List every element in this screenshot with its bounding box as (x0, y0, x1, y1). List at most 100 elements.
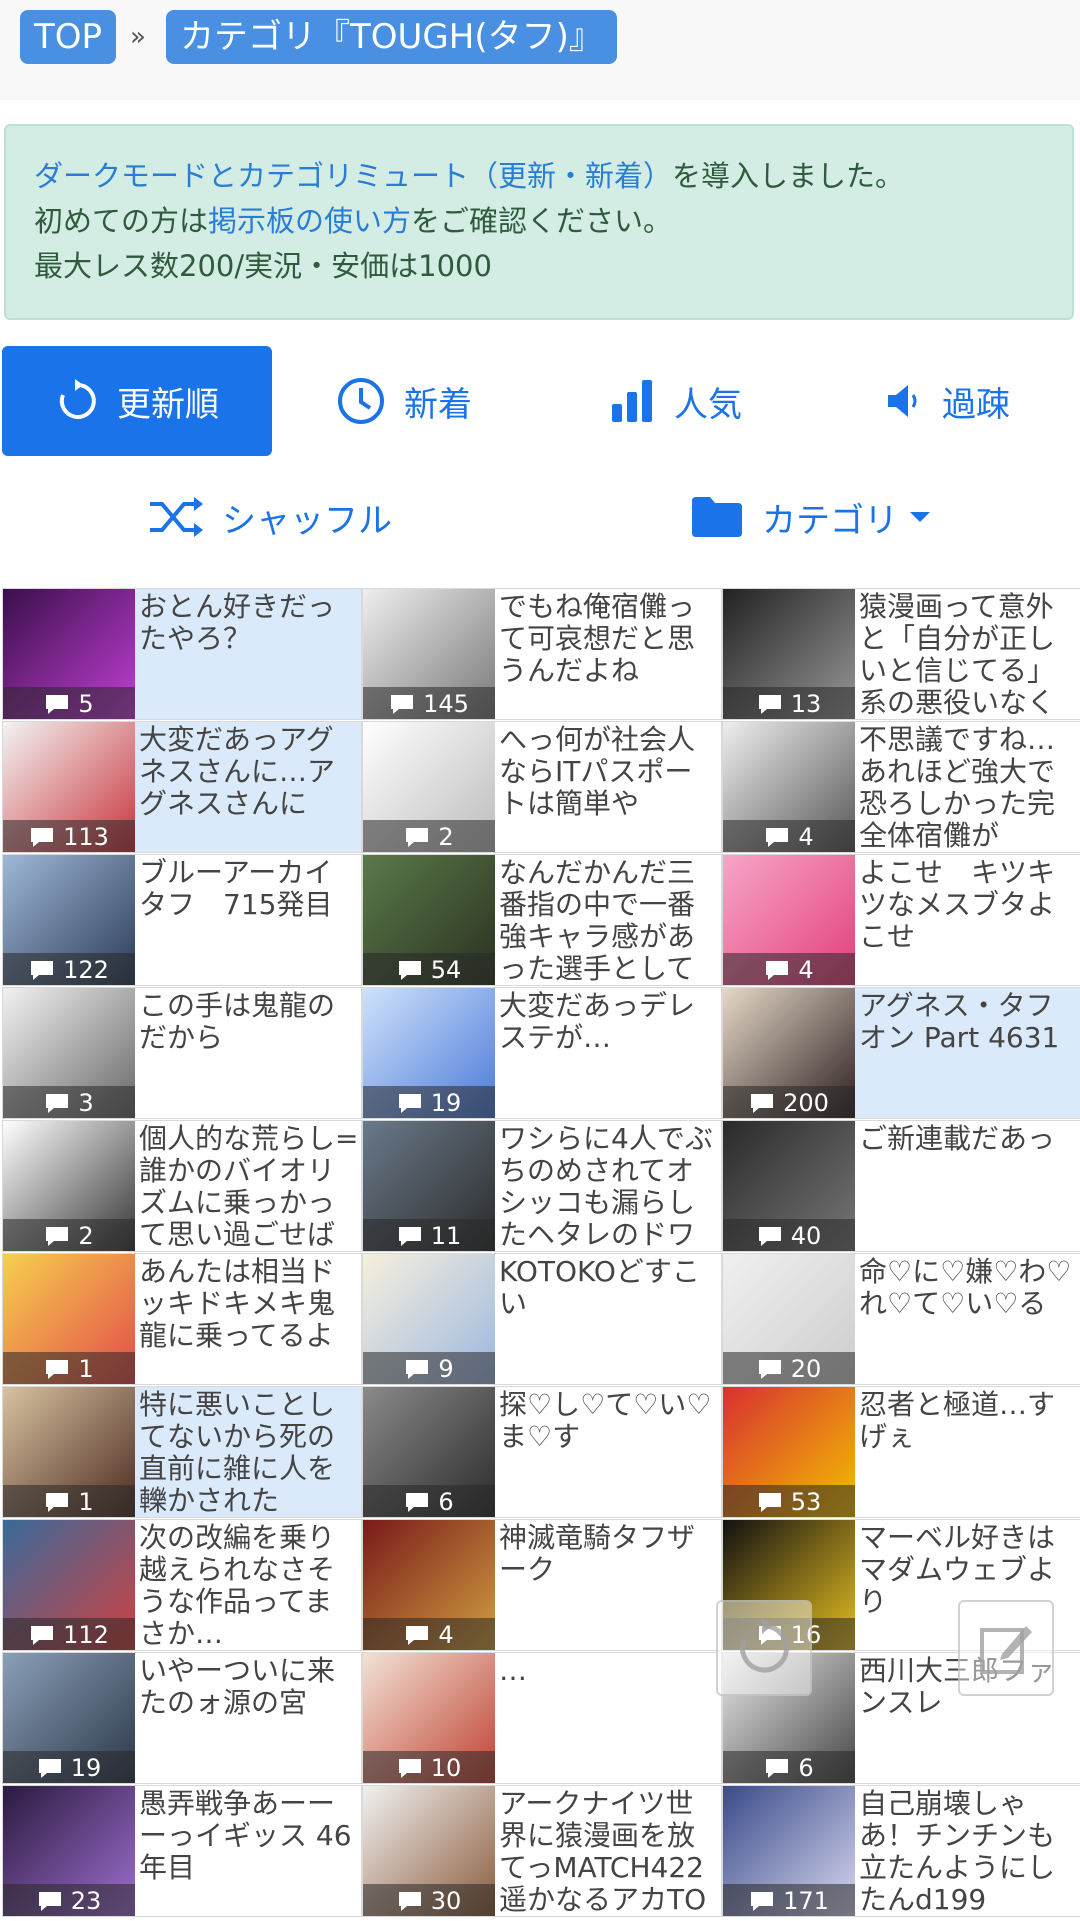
reply-count-badge: 112 (3, 1618, 135, 1650)
sort-new-button[interactable]: 新着 (336, 346, 472, 456)
thread-title[interactable]: 探♡し♡て♡い♡ま♡す (499, 1389, 719, 1517)
sort-update-button[interactable]: 更新順 (2, 346, 272, 456)
reply-count-badge: 53 (723, 1485, 855, 1517)
category-dropdown[interactable]: カテゴリ (690, 462, 950, 572)
thread-title[interactable]: 忍者と極道…すげぇ (859, 1389, 1079, 1517)
reply-count: 200 (783, 1089, 829, 1117)
reply-count-badge: 145 (363, 687, 495, 719)
breadcrumb-category-link[interactable]: カテゴリ『TOUGH(タフ)』 (166, 10, 617, 64)
new-thread-button[interactable] (958, 1600, 1054, 1696)
thread-title[interactable]: この手は鬼龍のだから (139, 990, 359, 1118)
reply-count: 171 (783, 1887, 829, 1915)
comment-icon (398, 1759, 421, 1778)
thread-card[interactable]: 4 神滅竜騎タフザーク (362, 1519, 722, 1651)
thread-title[interactable]: アークナイツ世界に猿漫画を放てっMATCH422 遥かなるアカTOUG (499, 1788, 719, 1916)
sort-popular-label: 人気 (674, 384, 742, 425)
thread-card[interactable]: 9 KOTOKOどすこい (362, 1253, 722, 1385)
comment-icon (38, 1759, 61, 1778)
comment-icon (46, 695, 69, 714)
reply-count-badge: 4 (723, 953, 855, 985)
thread-title[interactable]: 不思議ですね…あれほど強大で恐ろしかった完全体宿儺が (859, 724, 1079, 852)
thread-title[interactable]: ワシらに4人でぶちのめされてオシッコも漏らしたヘタレのドワちゃん (499, 1123, 719, 1251)
thread-title[interactable]: 愚弄戦争あーーーっイギッス 46年目 (139, 1788, 359, 1916)
breadcrumb-top-link[interactable]: TOP (20, 10, 117, 64)
thread-title[interactable]: 大変だあっデレステが… (499, 990, 719, 1118)
thread-card[interactable]: 112 次の改編を乗り越えられなさそうな作品ってまさか… (2, 1519, 362, 1651)
reply-count-badge: 40 (723, 1219, 855, 1251)
thread-title[interactable]: いやーついに来たのォ源の宮 (139, 1655, 359, 1783)
thread-title[interactable]: KOTOKOどすこい (499, 1256, 719, 1384)
reply-count-badge: 10 (363, 1751, 495, 1783)
thread-title[interactable]: 神滅竜騎タフザーク (499, 1522, 719, 1650)
thread-card[interactable]: 20 命♡に♡嫌♡わ♡れ♡て♡い♡る (722, 1253, 1080, 1385)
thread-card[interactable]: 6 探♡し♡て♡い♡ま♡す (362, 1386, 722, 1518)
thread-title[interactable]: 特に悪いことしてないから死の直前に雑に人を轢かされた (139, 1389, 359, 1517)
thread-title[interactable]: アグネス・タフオン Part 4631 (859, 990, 1079, 1118)
thread-card[interactable]: 113 大変だあっアグネスさんに…アグネスさんに (2, 721, 362, 853)
sort-bar-row-2: シャッフル カテゴリ (0, 462, 1080, 572)
thread-title[interactable]: 個人的な荒らし=誰かのバイオリズムに乗っかって思い過ごせばいい (139, 1123, 359, 1251)
thread-title[interactable]: 自己崩壊しゃあ！チンチンも立たんようにしたんd199 (859, 1788, 1079, 1916)
thread-title[interactable]: ご新連載だあっ (859, 1123, 1079, 1251)
thread-card[interactable]: 145 でもね俺宿儺って可哀想だと思うんだよね (362, 588, 722, 720)
comment-icon (406, 1360, 429, 1379)
reply-count-badge: 9 (363, 1352, 495, 1384)
thread-card[interactable]: 4 よこせ キツキツなメスブタよこせ (722, 854, 1080, 986)
comment-icon (31, 961, 54, 980)
thread-card[interactable]: 19 大変だあっデレステが… (362, 987, 722, 1119)
thread-title[interactable]: なんだかんだ三番指の中で一番強キャラ感があった選手として (499, 857, 719, 985)
reply-count: 1 (78, 1355, 94, 1383)
thread-title[interactable]: 命♡に♡嫌♡わ♡れ♡て♡い♡る (859, 1256, 1079, 1384)
sort-popular-button[interactable]: 人気 (610, 346, 742, 456)
thread-card[interactable]: 122 ブルーアーカイタフ 715発目 (2, 854, 362, 986)
reply-count-badge: 13 (723, 687, 855, 719)
thread-card[interactable]: 23 愚弄戦争あーーーっイギッス 46年目 (2, 1785, 362, 1917)
thread-card[interactable]: 1 あんたは相当ドッキドキメキ鬼龍に乗ってるよ (2, 1253, 362, 1385)
reply-count-badge: 6 (723, 1751, 855, 1783)
thread-title[interactable]: … (499, 1655, 719, 1783)
comment-icon (406, 1493, 429, 1512)
reply-count: 4 (438, 1621, 454, 1649)
thread-card[interactable]: 13 猿漫画って意外と「自分が正しいと信じてる」系の悪役いなくない？ (722, 588, 1080, 720)
reload-button[interactable] (716, 1600, 812, 1696)
sort-sparse-button[interactable]: 過疎 (884, 346, 1010, 456)
thread-card[interactable]: 4 不思議ですね…あれほど強大で恐ろしかった完全体宿儺が (722, 721, 1080, 853)
thread-title[interactable]: でもね俺宿儺って可哀想だと思うんだよね (499, 591, 719, 719)
thread-card[interactable]: 5 おとん好きだったやろ？ (2, 588, 362, 720)
thread-title[interactable]: よこせ キツキツなメスブタよこせ (859, 857, 1079, 985)
thread-card[interactable]: 2 個人的な荒らし=誰かのバイオリズムに乗っかって思い過ごせばいい (2, 1120, 362, 1252)
thread-title[interactable]: 猿漫画って意外と「自分が正しいと信じてる」系の悪役いなくない？ (859, 591, 1079, 719)
thread-card[interactable]: 53 忍者と極道…すげぇ (722, 1386, 1080, 1518)
thread-title[interactable]: ブルーアーカイタフ 715発目 (139, 857, 359, 985)
thread-title[interactable]: おとん好きだったやろ？ (139, 591, 359, 719)
reply-count-badge: 113 (3, 820, 135, 852)
reply-count: 2 (438, 823, 454, 851)
comment-icon (758, 1360, 781, 1379)
thread-card[interactable]: 54 なんだかんだ三番指の中で一番強キャラ感があった選手として (362, 854, 722, 986)
comment-icon (758, 1227, 781, 1246)
category-label: カテゴリ (762, 500, 898, 541)
comment-icon (46, 1493, 69, 1512)
thread-card[interactable]: 1 特に悪いことしてないから死の直前に雑に人を轢かされた (2, 1386, 362, 1518)
thread-card[interactable]: 40 ご新連載だあっ (722, 1120, 1080, 1252)
thread-card[interactable]: 11 ワシらに4人でぶちのめされてオシッコも漏らしたヘタレのドワちゃん (362, 1120, 722, 1252)
thread-title[interactable]: あんたは相当ドッキドキメキ鬼龍に乗ってるよ (139, 1256, 359, 1384)
reply-count: 113 (63, 823, 109, 851)
thread-card[interactable]: 2 へっ何が社会人ならITパスポートは簡単や (362, 721, 722, 853)
thread-title[interactable]: 次の改編を乗り越えられなさそうな作品ってまさか… (139, 1522, 359, 1650)
usage-guide-link[interactable]: 掲示板の使い方 (208, 204, 411, 238)
thread-title[interactable]: 大変だあっアグネスさんに…アグネスさんに (139, 724, 359, 852)
thread-card[interactable]: 10… (362, 1652, 722, 1784)
thread-card[interactable]: 19 いやーついに来たのォ源の宮 (2, 1652, 362, 1784)
thread-card[interactable]: 3 この手は鬼龍のだから (2, 987, 362, 1119)
reply-count: 112 (63, 1621, 109, 1649)
thread-card[interactable]: 200 アグネス・タフオン Part 4631 (722, 987, 1080, 1119)
thread-card[interactable]: 171 自己崩壊しゃあ！チンチンも立たんようにしたんd199 (722, 1785, 1080, 1917)
reply-count: 30 (430, 1887, 462, 1915)
darkmode-link[interactable]: ダークモードとカテゴリミュート（更新・新着） (34, 159, 672, 193)
reply-count-badge: 54 (363, 953, 495, 985)
thread-title[interactable]: へっ何が社会人ならITパスポートは簡単や (499, 724, 719, 852)
thread-card[interactable]: 30 アークナイツ世界に猿漫画を放てっMATCH422 遥かなるアカTOUG (362, 1785, 722, 1917)
comment-icon (406, 828, 429, 847)
shuffle-button[interactable]: シャッフル (148, 462, 392, 572)
